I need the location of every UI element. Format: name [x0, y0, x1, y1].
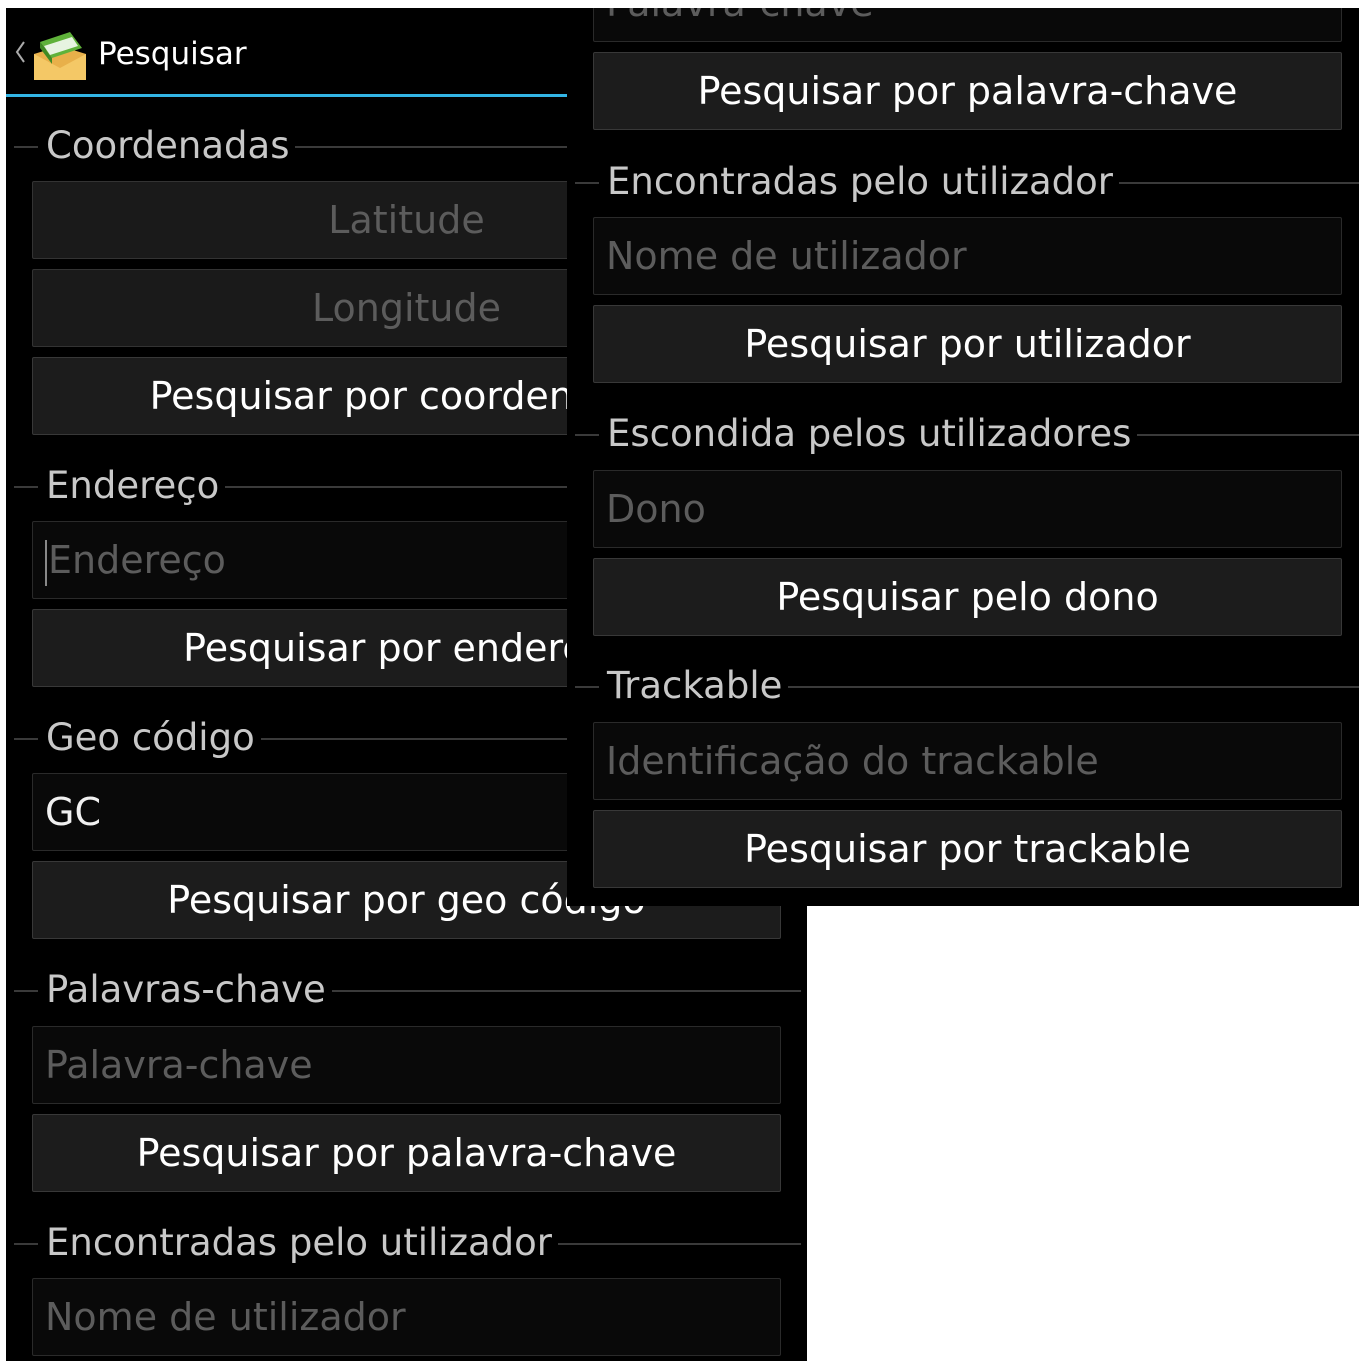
section-header-trackable: Trackable: [567, 662, 1359, 710]
username-input[interactable]: Nome de utilizador: [32, 1278, 781, 1356]
username-input[interactable]: Nome de utilizador: [593, 217, 1342, 295]
search-by-keyword-button[interactable]: Pesquisar por palavra-chave: [593, 52, 1342, 130]
screenshot-bottom: Palavra-chave Pesquisar por palavra-chav…: [567, 8, 1359, 906]
keyword-input[interactable]: Palavra-chave: [593, 8, 1342, 42]
search-by-trackable-button[interactable]: Pesquisar por trackable: [593, 810, 1342, 888]
section-label: Endereço: [38, 462, 226, 510]
address-placeholder: Endereço: [48, 538, 226, 582]
section-label: Encontradas pelo utilizador: [599, 158, 1120, 206]
section-label: Encontradas pelo utilizador: [38, 1219, 559, 1267]
search-by-user-button[interactable]: Pesquisar por utilizador: [593, 305, 1342, 383]
search-by-keyword-button[interactable]: Pesquisar por palavra-chave: [32, 1114, 781, 1192]
action-bar: Pesquisar: [6, 8, 567, 98]
section-label: Palavras-chave: [38, 966, 332, 1014]
keyword-input[interactable]: Palavra-chave: [32, 1026, 781, 1104]
action-bar-divider: [6, 94, 567, 97]
section-label: Geo código: [38, 714, 261, 762]
trackable-id-input[interactable]: Identificação do trackable: [593, 722, 1342, 800]
page-title: Pesquisar: [98, 36, 247, 72]
search-by-owner-button[interactable]: Pesquisar pelo dono: [593, 558, 1342, 636]
section-header-found-by-user: Encontradas pelo utilizador: [6, 1219, 807, 1267]
section-header-found-by-user: Encontradas pelo utilizador: [567, 158, 1359, 206]
section-header-hidden-by-user: Escondida pelos utilizadores: [567, 410, 1359, 458]
section-label: Coordenadas: [38, 122, 296, 170]
section-header-keywords: Palavras-chave: [6, 966, 807, 1014]
text-cursor: [45, 539, 47, 586]
geocaching-app-icon[interactable]: [30, 24, 90, 84]
section-label: Escondida pelos utilizadores: [599, 410, 1138, 458]
back-chevron-icon[interactable]: [14, 40, 26, 64]
owner-input[interactable]: Dono: [593, 470, 1342, 548]
section-label: Trackable: [599, 662, 789, 710]
